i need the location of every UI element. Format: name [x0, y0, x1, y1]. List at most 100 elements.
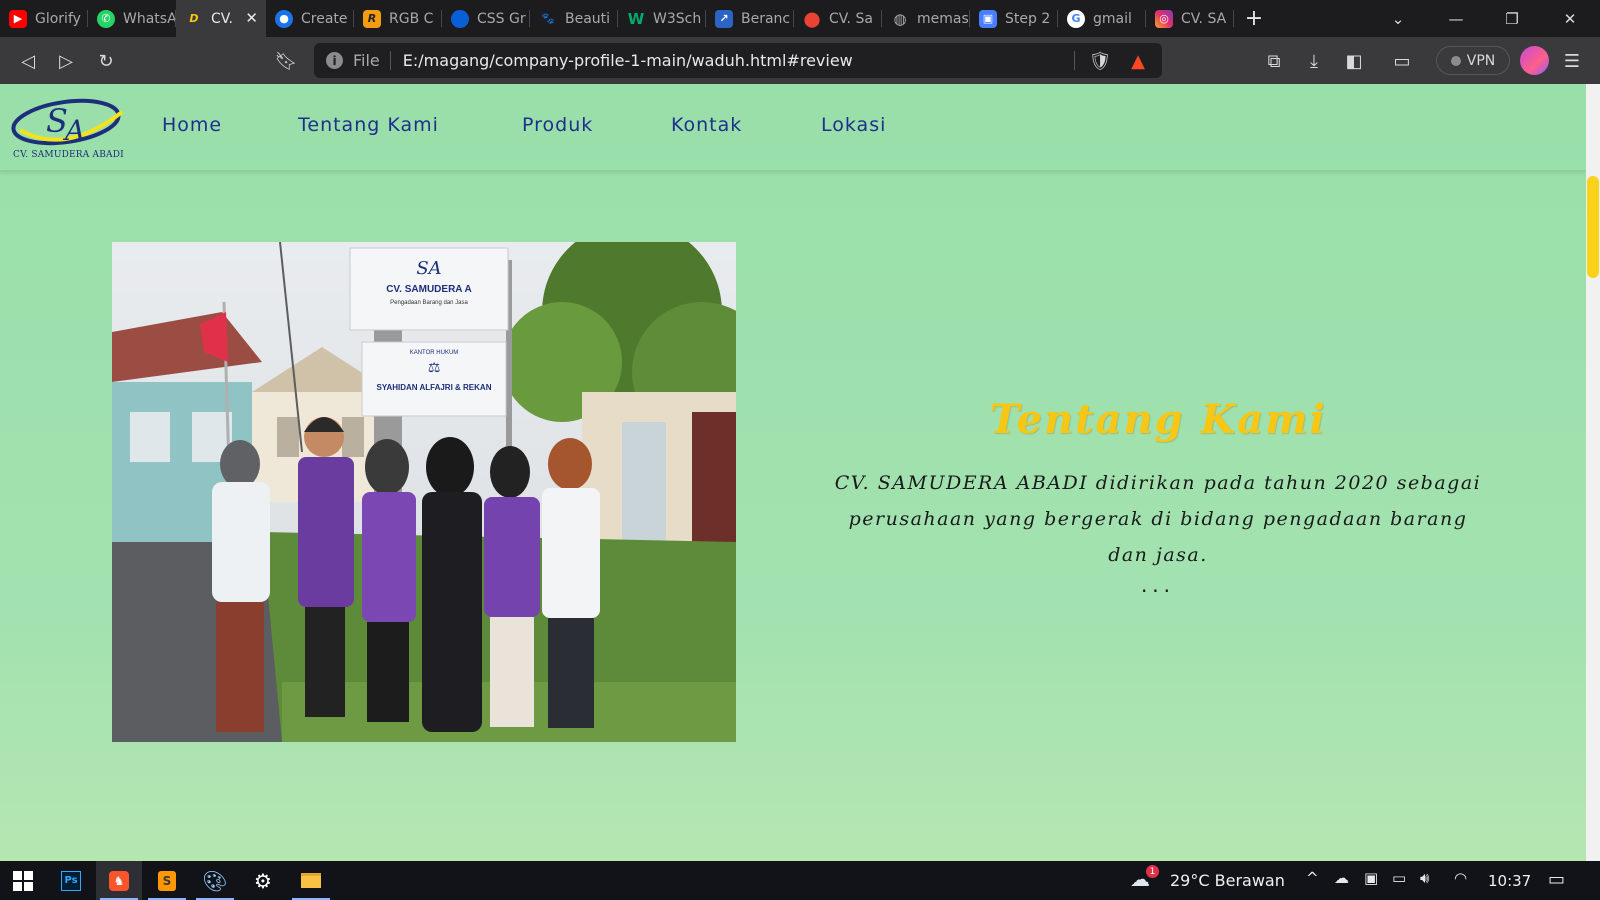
minimize-button[interactable]: —	[1428, 0, 1484, 37]
vpn-button[interactable]: VPN	[1436, 46, 1510, 75]
page-viewport: S A CV. SAMUDERA ABADI Home Tentang Kami…	[0, 84, 1586, 861]
browser-tab[interactable]: ▶ Glorify	[0, 0, 88, 37]
browser-tab[interactable]: ✆ WhatsA	[88, 0, 176, 37]
url-scheme-label: File	[353, 51, 391, 70]
chrome-icon: ●	[275, 9, 293, 28]
site-navbar: S A CV. SAMUDERA ABADI Home Tentang Kami…	[0, 84, 1586, 172]
tab-title: RGB C	[389, 10, 434, 27]
start-button[interactable]	[0, 861, 46, 900]
browser-tab[interactable]: ● Create	[266, 0, 354, 37]
brave-shields-icon[interactable]: 🛡︎	[1084, 45, 1116, 77]
photo-sign-1-title: CV. SAMUDERA A	[386, 284, 472, 295]
nav-link-kontak[interactable]: Kontak	[671, 114, 742, 136]
nav-link-lokasi[interactable]: Lokasi	[821, 114, 886, 136]
site-logo[interactable]: S A CV. SAMUDERA ABADI	[10, 94, 128, 166]
logo-caption: CV. SAMUDERA ABADI	[13, 150, 124, 160]
tab-title: CV.	[211, 10, 233, 27]
animal-icon: 🐾	[541, 12, 555, 25]
extensions-icon[interactable]: ⧉	[1258, 45, 1290, 77]
browser-tab[interactable]: ⬤ CV. Sa	[794, 0, 882, 37]
sublime-taskbar-icon[interactable]: S	[144, 861, 190, 900]
weather-text[interactable]: 29°C Berawan	[1170, 871, 1285, 890]
nav-link-produk[interactable]: Produk	[522, 114, 593, 136]
onedrive-icon[interactable]: ☁	[1334, 869, 1349, 887]
battery-icon[interactable]: ▭	[1392, 869, 1406, 887]
file-explorer-taskbar-icon[interactable]	[288, 861, 334, 900]
photo-sign-2-title: SYAHIDAN ALFAJRI & REKAN	[377, 383, 492, 392]
browser-tab[interactable]: ◎ CV. SA	[1146, 0, 1234, 37]
nav-link-tentang-kami[interactable]: Tentang Kami	[298, 114, 439, 136]
paint-taskbar-icon[interactable]: 🎨︎	[192, 861, 238, 900]
browser-tab[interactable]: R RGB C	[354, 0, 442, 37]
photo-sign-1-sub: Pengadaan Barang dan Jasa	[390, 300, 468, 306]
site-info-icon[interactable]: i	[326, 52, 343, 69]
settings-taskbar-icon[interactable]: ⚙	[240, 861, 286, 900]
tab-title: CV. SA	[1181, 10, 1227, 27]
vpn-status-icon	[1450, 55, 1461, 66]
browser-tab[interactable]: ▣ Step 2	[970, 0, 1058, 37]
tab-title: gmail	[1093, 10, 1132, 27]
browser-toolbar: ◁ ▷ ↻ 🔖︎ i File E:/magang/company-profil…	[0, 37, 1600, 84]
browser-tab[interactable]: G gmail	[1058, 0, 1146, 37]
whatsapp-icon: ✆	[97, 9, 115, 28]
volume-icon[interactable]: 🔊︎	[1420, 869, 1429, 887]
photo-sign-2-head: KANTOR HUKUM	[410, 350, 459, 356]
tab-title: Step 2	[1005, 10, 1051, 27]
tab-title: CSS Gr	[477, 10, 526, 27]
tab-title: Glorify	[35, 10, 81, 27]
sidebar-icon[interactable]: ◧	[1338, 45, 1370, 77]
team-photo: SA CV. SAMUDERA A Pengadaan Barang dan J…	[112, 242, 736, 742]
omnibox-divider	[1074, 51, 1075, 70]
instagram-icon: ◎	[1155, 9, 1173, 28]
globe-icon: ◍	[893, 9, 907, 28]
brave-taskbar-icon[interactable]: ♞	[96, 861, 142, 900]
tab-title: CV. Sa	[829, 10, 873, 27]
svg-text:A: A	[62, 114, 85, 147]
browser-tab[interactable]: W W3Sch	[618, 0, 706, 37]
youtube-icon: ▶	[9, 9, 27, 28]
tab-title: W3Sch	[653, 10, 702, 27]
browser-tab[interactable]: 🐾 Beauti	[530, 0, 618, 37]
downloads-icon[interactable]: ⤓	[1298, 45, 1330, 77]
restore-button[interactable]: ❐	[1484, 0, 1540, 37]
r-icon: R	[363, 9, 381, 28]
notifications-icon[interactable]: ▭	[1548, 869, 1565, 890]
windows-taskbar: Ps ♞ S 🎨︎ ⚙ ☁ 1 29°C Berawan ^ ☁ ▣ ▭ 🔊︎ …	[0, 861, 1600, 900]
arrow-icon: ↗	[715, 9, 733, 28]
new-tab-button[interactable]: +	[1234, 0, 1274, 37]
clock[interactable]: 10:37	[1488, 872, 1531, 890]
photoshop-taskbar-icon[interactable]: Ps	[48, 861, 94, 900]
close-tab-icon[interactable]: ✕	[245, 9, 258, 27]
browser-tab[interactable]: ↗ Beranc	[706, 0, 794, 37]
scrollbar-thumb[interactable]	[1587, 176, 1599, 278]
browser-tab[interactable]: ◍ memas	[882, 0, 970, 37]
browser-tab-strip: ▶ Glorify ✆ WhatsA D CV. ✕ ● Create R RG…	[0, 0, 1600, 37]
tab-search-chevron-icon[interactable]: ⌄	[1370, 0, 1426, 37]
google-icon: G	[1067, 9, 1085, 28]
wallet-icon[interactable]: ▭	[1386, 45, 1418, 77]
vpn-label: VPN	[1466, 52, 1496, 69]
menu-icon[interactable]: ☰	[1556, 45, 1588, 77]
reload-icon[interactable]: ↻	[90, 45, 122, 77]
url-text[interactable]: E:/magang/company-profile-1-main/waduh.h…	[403, 51, 853, 70]
windows-logo-icon	[13, 870, 33, 891]
page-scrollbar[interactable]	[1586, 84, 1600, 861]
brave-rewards-icon[interactable]: ▲	[1122, 45, 1154, 77]
css-icon	[451, 9, 469, 28]
back-icon[interactable]: ◁	[12, 45, 44, 77]
svg-text:SA: SA	[416, 258, 441, 279]
maps-pin-icon: ⬤	[803, 9, 821, 28]
address-bar[interactable]: i File E:/magang/company-profile-1-main/…	[314, 43, 1162, 78]
profile-avatar[interactable]	[1520, 46, 1549, 75]
chevron-up-icon[interactable]: ^	[1306, 869, 1319, 887]
browser-tab-active[interactable]: D CV. ✕	[176, 0, 266, 37]
nav-link-home[interactable]: Home	[162, 114, 222, 136]
forward-icon[interactable]: ▷	[50, 45, 82, 77]
display-icon[interactable]: ▣	[1364, 869, 1378, 887]
tab-title: Beranc	[741, 10, 791, 27]
close-window-button[interactable]: ✕	[1542, 0, 1598, 37]
wifi-icon[interactable]: ◠	[1454, 869, 1467, 887]
bookmark-icon[interactable]: 🔖︎	[270, 45, 302, 77]
browser-tab[interactable]: CSS Gr	[442, 0, 530, 37]
w3schools-icon: W	[627, 9, 645, 28]
